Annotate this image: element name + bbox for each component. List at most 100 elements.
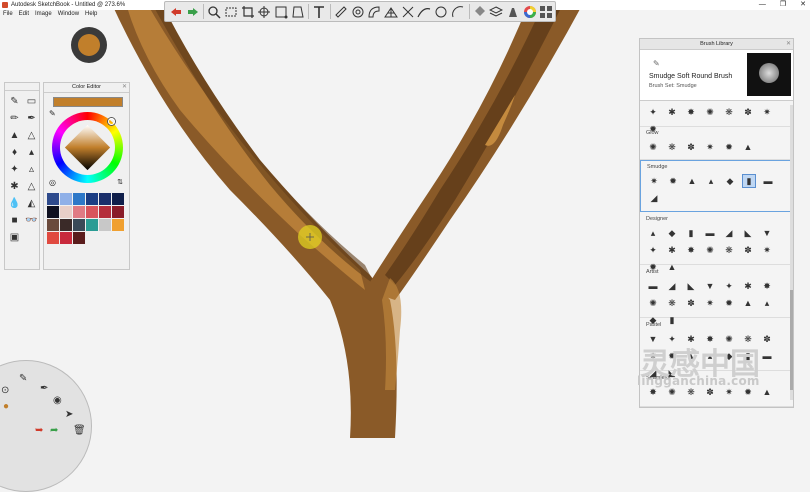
redo-icon[interactable] [185,4,201,20]
brush-icon[interactable]: ▬ [703,226,717,240]
maximize-button[interactable]: ❐ [780,0,786,10]
color-swatch[interactable] [60,206,72,218]
brush-pen-icon[interactable]: ✒ [24,111,39,126]
color-swatch[interactable] [112,193,124,205]
minimize-button[interactable]: — [759,0,766,10]
brush-icon[interactable]: ✷ [647,174,661,188]
brush-icon[interactable]: ✸ [684,243,698,257]
color-editor-close-icon[interactable]: ✕ [122,83,127,92]
radial-brush-icon[interactable]: ✎ [19,373,27,384]
brush-box-icon[interactable]: ▣ [7,230,22,245]
brush-icon[interactable]: ▬ [761,174,775,188]
crop-icon[interactable] [240,4,256,20]
brush-icon[interactable]: ▴ [646,226,660,240]
select-icon[interactable] [223,4,239,20]
color-swatch[interactable] [47,206,59,218]
brush-icon[interactable]: ▴ [646,402,660,408]
brush-icon[interactable]: ▲ [741,140,755,154]
brush-block-icon[interactable]: ■ [7,213,22,228]
brush-taper-icon[interactable]: ▵ [24,162,39,177]
layer-icon[interactable] [488,4,504,20]
color-swatch[interactable] [60,219,72,231]
zoom-icon[interactable] [206,4,222,20]
brush-icon[interactable]: ✹ [666,174,680,188]
menu-file[interactable]: File [3,10,13,19]
brush-icon[interactable]: ▬ [646,279,660,293]
brush-splatter-icon[interactable]: ✱ [7,179,22,194]
radial-trash-icon[interactable]: 🗑 [73,425,86,436]
color-swatch[interactable] [47,193,59,205]
radial-color-icon[interactable]: ◉ [53,395,62,406]
radial-redo-icon[interactable]: ➦ [50,425,58,436]
fill-icon[interactable] [472,4,488,20]
brush-icon[interactable]: ✸ [760,279,774,293]
brush-glasses-icon[interactable]: 👓 [24,213,39,228]
brush-icon[interactable]: ✷ [703,140,717,154]
brush-icon[interactable]: ✱ [665,105,679,119]
brush-icon[interactable]: ✹ [722,140,736,154]
brush-icon[interactable]: ◢ [665,279,679,293]
color-swatch[interactable] [73,206,85,218]
color-swatch[interactable] [73,193,85,205]
menu-window[interactable]: Window [58,10,79,19]
brush-library-icon[interactable] [505,4,521,20]
brush-icon[interactable]: ✦ [646,243,660,257]
radial-undo-icon[interactable]: ➥ [35,425,43,436]
color-swatch[interactable] [99,219,111,231]
brush-icon[interactable]: ◆ [723,174,737,188]
text-icon[interactable] [311,4,327,20]
brush-icon[interactable]: ◣ [684,279,698,293]
brush-icon[interactable]: ✺ [646,140,660,154]
brush-icon[interactable]: ✹ [722,296,736,310]
color-mode-icon[interactable]: ◎ [49,178,56,187]
menu-edit[interactable]: Edit [19,10,29,19]
brush-icon[interactable]: ✽ [741,243,755,257]
brush-icon[interactable]: ✷ [760,105,774,119]
brush-icon[interactable]: ▴ [760,296,774,310]
color-wheel-icon[interactable] [522,4,538,20]
transform-icon[interactable] [256,4,272,20]
ellipse-icon[interactable] [350,4,366,20]
brush-chisel-icon[interactable]: ♦ [7,145,22,160]
brush-icon[interactable]: ▼ [703,279,717,293]
color-swatch[interactable] [112,206,124,218]
brush-triangle-icon[interactable]: △ [24,179,39,194]
brush-icon[interactable]: ▴ [704,174,718,188]
perspective-grid-icon[interactable] [383,4,399,20]
swap-colors-icon[interactable]: ⇅ [117,178,123,186]
brush-icon[interactable]: ✷ [703,296,717,310]
brush-icon[interactable]: ✽ [684,140,698,154]
brush-wedge-icon[interactable]: ◭ [24,196,39,211]
brush-eraser-icon[interactable]: ▭ [24,94,39,109]
color-swatch[interactable] [99,193,111,205]
brush-paint-icon[interactable]: ▴ [24,145,39,160]
brush-icon[interactable]: ✦ [722,279,736,293]
brush-icon[interactable]: ▬ [760,349,774,363]
brush-puck[interactable] [71,27,107,63]
scrollbar-thumb[interactable] [790,290,793,390]
brush-icon[interactable]: ◢ [647,191,661,205]
radial-tool-icon[interactable]: ✒ [40,383,48,394]
brush-icon[interactable]: ✽ [760,332,774,346]
brush-icon[interactable]: ◣ [741,226,755,240]
color-swatch[interactable] [112,219,124,231]
brush-icon[interactable]: ✺ [646,296,660,310]
brush-icon[interactable]: ▲ [741,296,755,310]
radial-layer-icon[interactable]: ⊙ [1,385,9,396]
color-swatch[interactable] [86,219,98,231]
brush-icon[interactable]: ✸ [684,105,698,119]
brush-ink-icon[interactable]: △ [24,128,39,143]
brush-detail-icon[interactable]: ✦ [7,162,22,177]
eyedropper-icon[interactable]: ✎ [49,109,56,118]
color-swatch[interactable] [86,193,98,205]
brush-icon[interactable]: ✺ [703,243,717,257]
color-swatch[interactable] [47,219,59,231]
brush-library-close-icon[interactable]: ✕ [786,39,791,49]
symmetry-icon[interactable] [400,4,416,20]
color-swatch[interactable] [60,232,72,244]
color-swatch[interactable] [60,193,72,205]
undo-icon[interactable] [168,4,184,20]
brush-icon[interactable]: ▮ [684,226,698,240]
brush-icon[interactable]: ❋ [665,140,679,154]
current-color-swatch[interactable] [53,97,123,107]
